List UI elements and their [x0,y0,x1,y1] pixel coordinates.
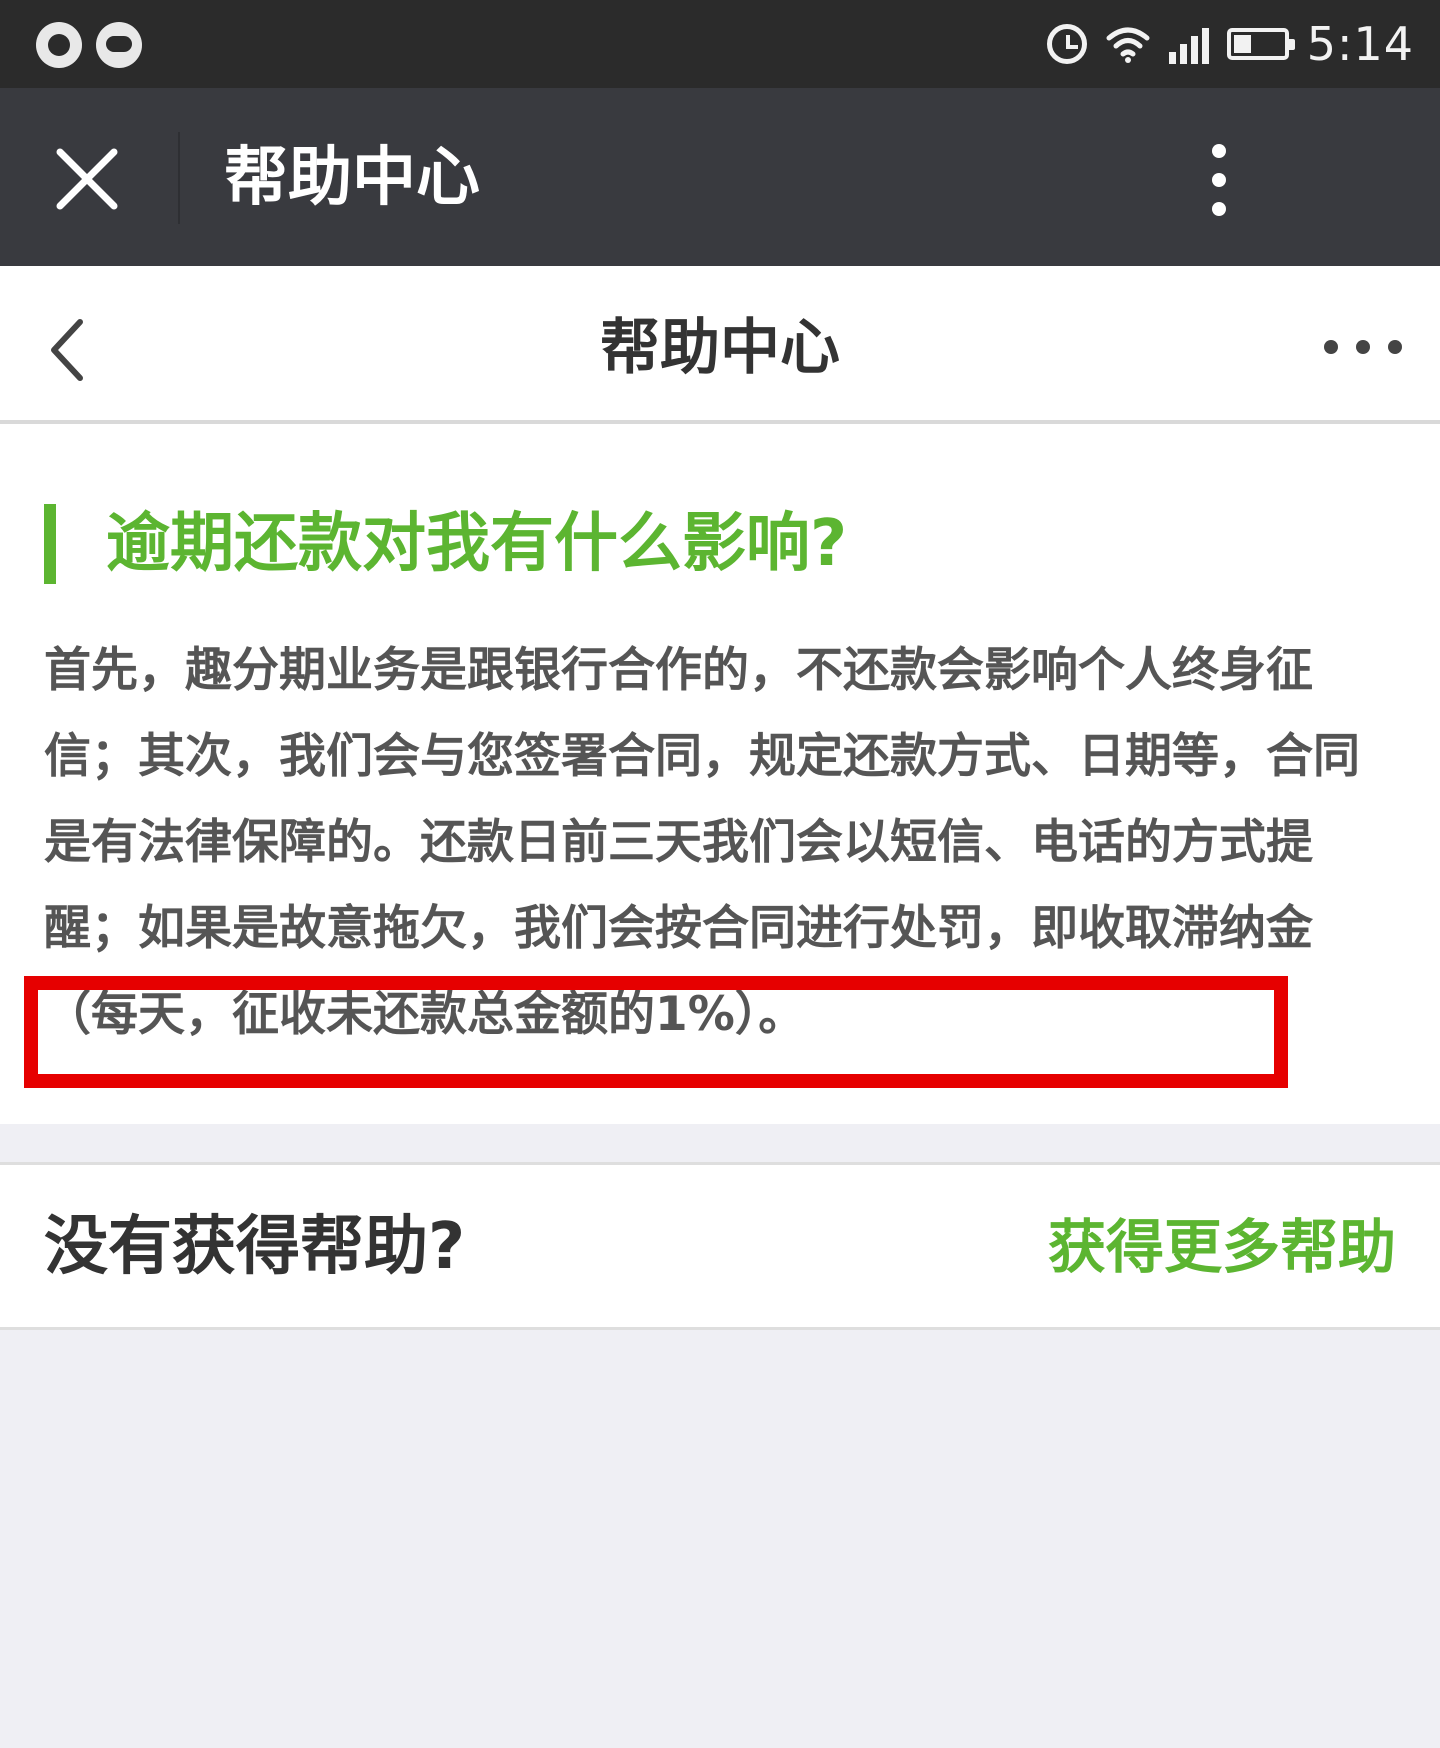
more-horizontal-icon [1388,340,1402,354]
battery-icon [1226,28,1295,60]
app-title: 帮助中心 [224,141,480,215]
more-vertical-icon [1212,202,1226,216]
status-bar: 5:14 [0,0,1440,88]
more-vertical-icon [1212,144,1226,158]
more-options-button[interactable] [1318,322,1408,372]
more-vertical-icon [1212,173,1226,187]
more-horizontal-icon [1356,340,1370,354]
get-more-help-link[interactable]: 获得更多帮助 [1048,1209,1396,1285]
battery-level [1233,35,1251,53]
close-icon [56,148,118,210]
close-button[interactable] [44,136,130,222]
help-center-screen: 5:14 帮助中心 帮助中心 逾期还款对我有什么影响? 首先，趣分期业务是跟银行… [0,0,1440,1748]
highlight-annotation-box [24,976,1288,1088]
system-icons: 5:14 [1046,14,1414,74]
notification-app-icon [96,22,142,68]
help-question-label: 没有获得帮助? [44,1210,466,1284]
app-bar: 帮助中心 [0,88,1440,266]
faq-article: 逾期还款对我有什么影响? 首先，趣分期业务是跟银行合作的，不还款会影响个人终身征… [0,424,1440,1124]
wifi-icon [1105,24,1151,64]
status-time: 5:14 [1306,17,1414,71]
app-menu-button[interactable] [1194,140,1244,220]
help-feedback-bar: 没有获得帮助? 获得更多帮助 [0,1162,1440,1330]
faq-question-title: 逾期还款对我有什么影响? [44,504,847,584]
more-horizontal-icon [1324,340,1338,354]
notification-icons [36,20,142,70]
page-title: 帮助中心 [600,313,840,383]
notification-app-icon [36,22,82,68]
signal-icon [1168,24,1209,64]
alarm-icon [1046,24,1087,64]
page-nav-bar: 帮助中心 [0,266,1440,424]
app-bar-divider [178,132,180,224]
